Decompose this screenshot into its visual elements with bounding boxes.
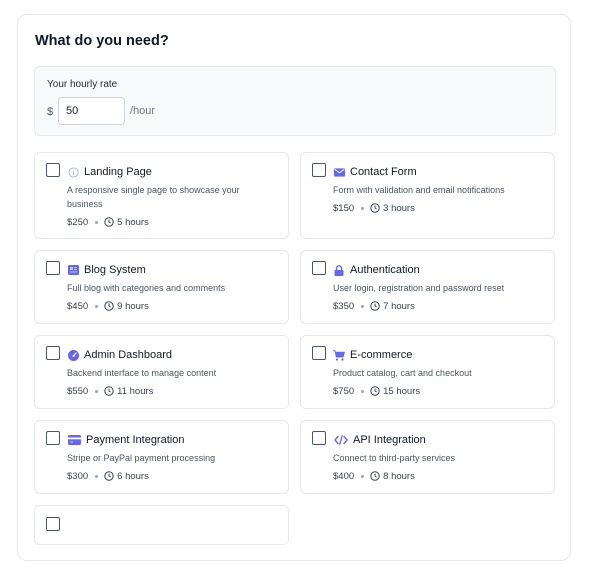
service-title: Admin Dashboard	[84, 349, 173, 361]
service-price: $750	[333, 385, 355, 397]
service-checkbox[interactable]	[46, 346, 60, 360]
service-meta: $750 15 hours	[333, 385, 420, 397]
separator-dot	[95, 389, 99, 393]
service-checkbox[interactable]	[312, 261, 326, 275]
service-title: Contact Form	[350, 166, 417, 178]
service-duration: 6 hours	[117, 470, 149, 482]
service-checkbox[interactable]	[46, 261, 60, 275]
service-meta: $150 3 hours	[333, 202, 415, 214]
service-meta: $400 8 hours	[333, 470, 415, 482]
separator-dot	[95, 304, 99, 308]
cart-icon	[333, 349, 345, 361]
envelope-icon	[333, 166, 345, 178]
service-checkbox[interactable]	[312, 431, 326, 445]
service-card-admin-dashboard[interactable]: Admin Dashboard Backend interface to man…	[34, 335, 289, 409]
separator-dot	[361, 474, 365, 478]
service-meta: $450 9 hours	[67, 300, 149, 312]
service-price: $250	[67, 216, 89, 228]
blog-icon	[67, 264, 79, 276]
service-description: Stripe or PayPal payment processing	[67, 453, 216, 463]
service-checkbox[interactable]	[46, 163, 60, 177]
service-price: $400	[333, 470, 355, 482]
clock-icon	[104, 386, 114, 396]
service-description: Connect to third-party services	[333, 453, 456, 463]
service-duration: 15 hours	[383, 385, 421, 397]
service-card-api-integration[interactable]: API Integration Connect to third-party s…	[300, 420, 555, 494]
gauge-icon	[67, 349, 79, 361]
currency-symbol: $	[47, 106, 54, 118]
service-checkbox[interactable]	[312, 163, 326, 177]
hourly-rate-label: Your hourly rate	[47, 79, 118, 90]
separator-dot	[95, 220, 99, 224]
service-price: $350	[333, 300, 355, 312]
clock-icon	[370, 301, 380, 311]
service-title: Authentication	[350, 264, 420, 276]
lock-icon	[333, 264, 345, 276]
clock-icon	[370, 386, 380, 396]
service-duration: 9 hours	[117, 300, 149, 312]
separator-dot	[361, 304, 365, 308]
service-description: Product catalog, cart and checkout	[333, 368, 472, 378]
service-card-contact-form[interactable]: Contact Form Form with validation and em…	[300, 152, 555, 239]
services-panel: What do you need? Your hourly rate $ /ho…	[17, 14, 571, 561]
service-meta: $350 7 hours	[333, 300, 415, 312]
separator-dot	[95, 474, 99, 478]
credit-card-icon	[67, 434, 81, 446]
service-description: Full blog with categories and comments	[67, 283, 226, 293]
service-checkbox[interactable]	[312, 346, 326, 360]
service-price: $550	[67, 385, 89, 397]
service-title: API Integration	[353, 434, 426, 446]
service-card-empty[interactable]	[34, 505, 289, 545]
service-price: $300	[67, 470, 89, 482]
hourly-rate-box: Your hourly rate $ /hour	[34, 66, 556, 136]
service-card-landing-page[interactable]: Landing Page A responsive single page to…	[34, 152, 289, 239]
service-card-e-commerce[interactable]: E-commerce Product catalog, cart and che…	[300, 335, 555, 409]
clock-icon	[370, 471, 380, 481]
service-duration: 5 hours	[117, 216, 149, 228]
clock-icon	[104, 301, 114, 311]
section-title: What do you need?	[35, 33, 169, 49]
service-duration: 11 hours	[117, 385, 154, 397]
service-description: User login, registration and password re…	[333, 283, 505, 293]
clock-icon	[370, 203, 380, 213]
service-title: Blog System	[84, 264, 146, 276]
service-checkbox[interactable]	[46, 517, 60, 531]
service-price: $150	[333, 202, 355, 214]
service-description: Form with validation and email notificat…	[333, 185, 505, 195]
code-icon	[333, 434, 348, 446]
service-title: Payment Integration	[86, 434, 185, 446]
clock-icon	[104, 217, 114, 227]
service-meta: $550 11 hours	[67, 385, 153, 397]
service-duration: 3 hours	[383, 202, 415, 214]
service-duration: 8 hours	[383, 470, 415, 482]
service-checkbox[interactable]	[46, 431, 60, 445]
service-price: $450	[67, 300, 89, 312]
service-duration: 7 hours	[383, 300, 415, 312]
rate-unit: /hour	[130, 105, 156, 117]
service-meta: $250 5 hours	[67, 216, 149, 228]
service-card-blog-system[interactable]: Blog System Full blog with categories an…	[34, 250, 289, 324]
service-card-authentication[interactable]: Authentication User login, registration …	[300, 250, 555, 324]
service-card-payment-integration[interactable]: Payment Integration Stripe or PayPal pay…	[34, 420, 289, 494]
service-title: Landing Page	[84, 166, 152, 178]
separator-dot	[361, 389, 365, 393]
separator-dot	[361, 206, 365, 210]
service-description: Backend interface to manage content	[67, 368, 217, 378]
service-description: A responsive single page to showcase you…	[67, 185, 240, 209]
info-circle-icon	[67, 166, 79, 178]
clock-icon	[104, 471, 114, 481]
service-title: E-commerce	[350, 349, 413, 361]
hourly-rate-input[interactable]	[58, 97, 125, 125]
service-meta: $300 6 hours	[67, 470, 149, 482]
